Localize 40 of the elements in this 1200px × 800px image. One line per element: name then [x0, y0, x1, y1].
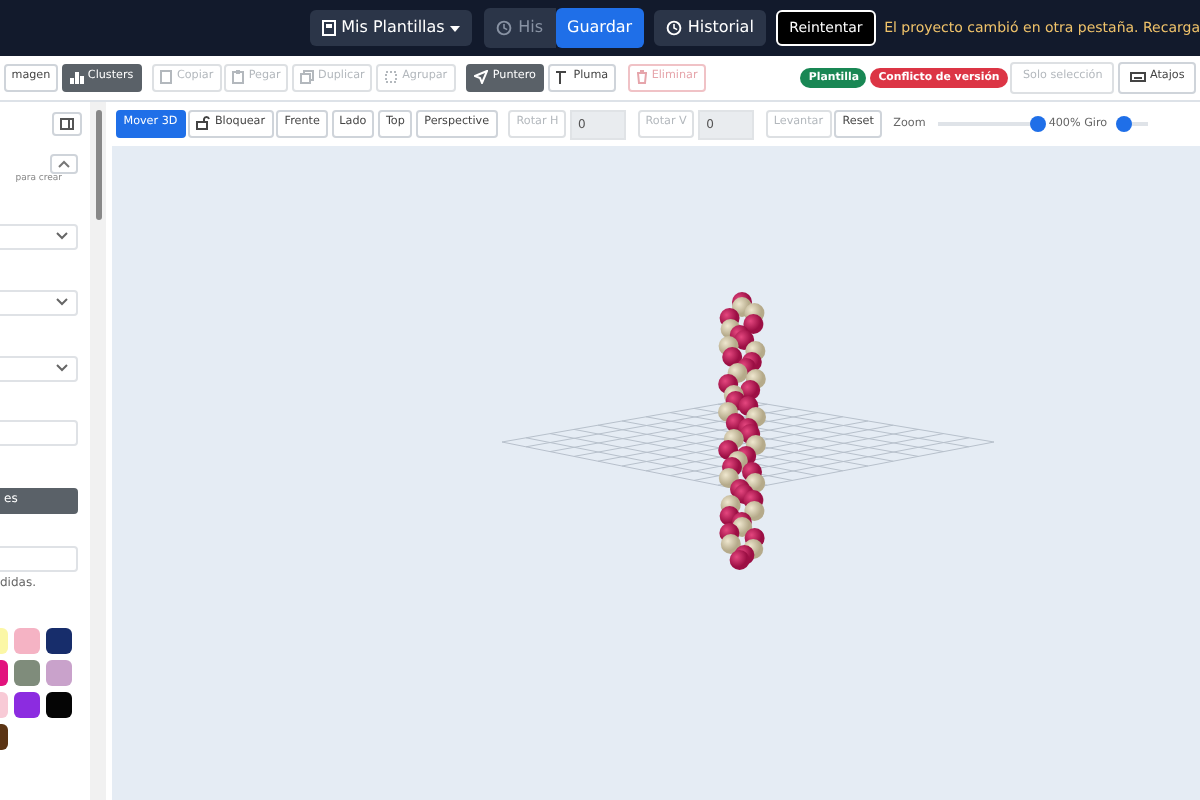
input-field[interactable] — [0, 545, 78, 572]
color-swatch[interactable] — [46, 659, 72, 686]
duplicate-icon — [300, 70, 315, 85]
sphere-column-drawing[interactable] — [718, 292, 766, 570]
input-field[interactable] — [0, 419, 78, 446]
color-swatch[interactable] — [46, 627, 72, 654]
keyboard-icon — [1130, 72, 1146, 83]
color-swatch[interactable] — [14, 659, 40, 686]
caret-icon — [450, 25, 461, 31]
chevron-down-icon — [56, 232, 68, 241]
save-button[interactable]: Guardar — [555, 8, 645, 48]
bar-chart-icon — [69, 70, 84, 85]
sidebar-icon — [60, 118, 74, 130]
select-field[interactable] — [0, 289, 78, 316]
color-swatch[interactable] — [46, 691, 72, 718]
chevron-up-icon — [58, 160, 70, 168]
padlock-icon — [196, 116, 211, 131]
history-button[interactable]: Historial — [653, 10, 766, 46]
chevron-down-icon — [56, 298, 68, 307]
scrollbar[interactable] — [90, 102, 106, 800]
collapse-button[interactable] — [50, 154, 78, 174]
chevron-down-icon — [56, 364, 68, 373]
clock-icon — [665, 20, 682, 36]
pointer-icon — [474, 70, 489, 85]
panel-toggle-button[interactable] — [52, 112, 82, 136]
clock-icon — [496, 20, 513, 36]
history-button[interactable]: His — [484, 8, 555, 48]
template-icon — [321, 20, 336, 36]
pen-icon — [555, 70, 570, 85]
color-swatch[interactable] — [14, 691, 40, 718]
select-field[interactable] — [0, 223, 78, 250]
slider-thumb[interactable] — [1029, 116, 1046, 132]
copy-icon — [160, 70, 173, 85]
color-swatch[interactable] — [14, 627, 40, 654]
clipboard-icon — [232, 70, 245, 85]
select-field[interactable] — [0, 355, 78, 382]
group-icon — [384, 70, 399, 85]
templates-button[interactable]: Mis Plantillas — [309, 10, 473, 46]
slider-thumb[interactable] — [1116, 116, 1133, 132]
trash-icon — [635, 70, 648, 85]
